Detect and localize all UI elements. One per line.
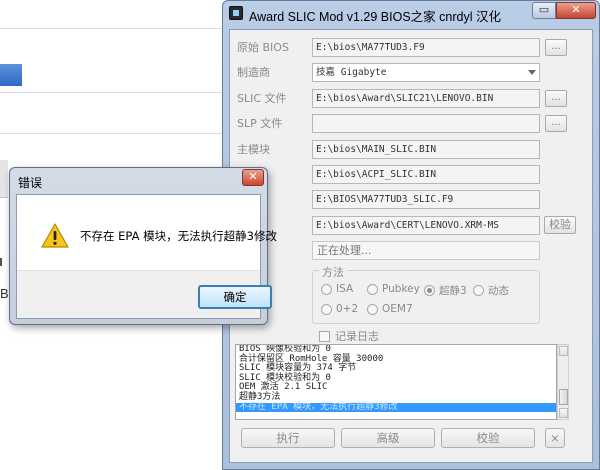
- warning-icon: [41, 223, 69, 248]
- main-module-label: 主模块: [237, 143, 270, 156]
- original-bios-label: 原始 BIOS: [237, 41, 289, 54]
- chevron-down-icon: [528, 70, 536, 75]
- verify-button[interactable]: 校验: [441, 428, 535, 448]
- manufacturer-dropdown[interactable]: 技嘉 Gigabyte: [312, 63, 540, 82]
- execute-button[interactable]: 执行: [241, 428, 335, 448]
- background-panel-edge: [0, 160, 8, 198]
- background-text-fragment: B: [0, 286, 9, 301]
- scroll-down-icon[interactable]: [559, 408, 568, 418]
- background-divider: [0, 28, 228, 29]
- log-scrollbar[interactable]: [557, 344, 569, 420]
- cert-file-field[interactable]: E:\bios\Award\CERT\LENOVO.XRM-MS: [312, 216, 540, 235]
- dialog-close-button[interactable]: ✕: [242, 169, 264, 186]
- small-close-button[interactable]: ×: [545, 428, 565, 448]
- radio-button-icon: [321, 303, 332, 315]
- log-output[interactable]: BIOS 映像校验和为 0 合计保留区 RomHole 容量 30000 SLI…: [235, 344, 557, 420]
- radio-oem7[interactable]: OEM7: [367, 303, 413, 315]
- background-divider: [0, 92, 228, 93]
- background-mark: [0, 258, 6, 266]
- browse-slp-button[interactable]: ...: [545, 115, 567, 132]
- manufacturer-value: 技嘉 Gigabyte: [316, 67, 387, 78]
- radio-0plus2[interactable]: 0+2: [321, 303, 358, 315]
- advanced-button[interactable]: 高级: [341, 428, 435, 448]
- log-checkbox[interactable]: 记录日志: [319, 328, 379, 344]
- scroll-thumb[interactable]: [559, 389, 568, 405]
- method-group-title: 方法: [319, 264, 347, 280]
- ok-button[interactable]: 确定: [198, 285, 272, 309]
- title-bar[interactable]: Award SLIC Mod v1.29 BIOS之家 cnrdyl 汉化 ▭ …: [223, 1, 599, 27]
- radio-button-icon: [367, 283, 378, 295]
- log-line-selected: 不存在 EPA 模块，无法执行超静3修改: [236, 402, 556, 413]
- verify-cert-button[interactable]: 校验: [544, 216, 576, 234]
- minimize-button[interactable]: ▭: [532, 2, 556, 19]
- radio-pubkey[interactable]: Pubkey: [367, 283, 420, 295]
- main-panel: 原始 BIOS E:\bios\MA77TUD3.F9 ... 制造商 技嘉 G…: [229, 29, 593, 463]
- close-button[interactable]: ✕: [556, 2, 596, 19]
- log-checkbox-label: 记录日志: [335, 330, 379, 343]
- slic-file-label: SLIC 文件: [237, 92, 287, 105]
- output-bios-field[interactable]: E:\BIOS\MA77TUD3_SLIC.F9: [312, 190, 540, 209]
- scroll-up-icon[interactable]: [559, 346, 568, 356]
- slic-file-field[interactable]: E:\bios\Award\SLIC21\LENOVO.BIN: [312, 89, 540, 108]
- radio-selected-icon: [424, 285, 435, 296]
- checkbox-icon: [319, 330, 330, 342]
- acpi-module-field[interactable]: E:\bios\ACPI_SLIC.BIN: [312, 165, 540, 184]
- manufacturer-label: 制造商: [237, 66, 270, 79]
- slp-file-field[interactable]: [312, 114, 540, 133]
- method-group: 方法 ISA Pubkey 超静3 动态 0+2 OEM7: [312, 264, 540, 324]
- radio-dynamic[interactable]: 动态: [473, 283, 509, 298]
- dialog-title: 错误: [18, 176, 43, 190]
- slic-mod-window: Award SLIC Mod v1.29 BIOS之家 cnrdyl 汉化 ▭ …: [222, 0, 600, 470]
- app-icon: [229, 6, 243, 20]
- background-divider: [0, 133, 228, 134]
- window-title: Award SLIC Mod v1.29 BIOS之家 cnrdyl 汉化: [249, 10, 501, 24]
- dialog-message: 不存在 EPA 模块，无法执行超静3修改: [80, 229, 277, 243]
- background-blue-tab: [0, 64, 22, 86]
- error-dialog: 错误 ✕ 不存在 EPA 模块，无法执行超静3修改 确定: [9, 167, 277, 325]
- radio-button-icon: [367, 303, 378, 315]
- browse-bios-button[interactable]: ...: [545, 39, 567, 56]
- processing-status: 正在处理...: [312, 241, 540, 260]
- slp-file-label: SLP 文件: [237, 117, 283, 130]
- radio-button-icon: [473, 285, 484, 296]
- original-bios-field[interactable]: E:\bios\MA77TUD3.F9: [312, 38, 540, 57]
- radio-button-icon: [321, 283, 332, 295]
- radio-chaojing3[interactable]: 超静3: [424, 283, 467, 298]
- browse-slic-button[interactable]: ...: [545, 90, 567, 107]
- radio-isa[interactable]: ISA: [321, 283, 353, 295]
- log-line: OEM 激活 2.1 SLIC: [239, 382, 328, 393]
- main-module-field[interactable]: E:\bios\MAIN_SLIC.BIN: [312, 140, 540, 159]
